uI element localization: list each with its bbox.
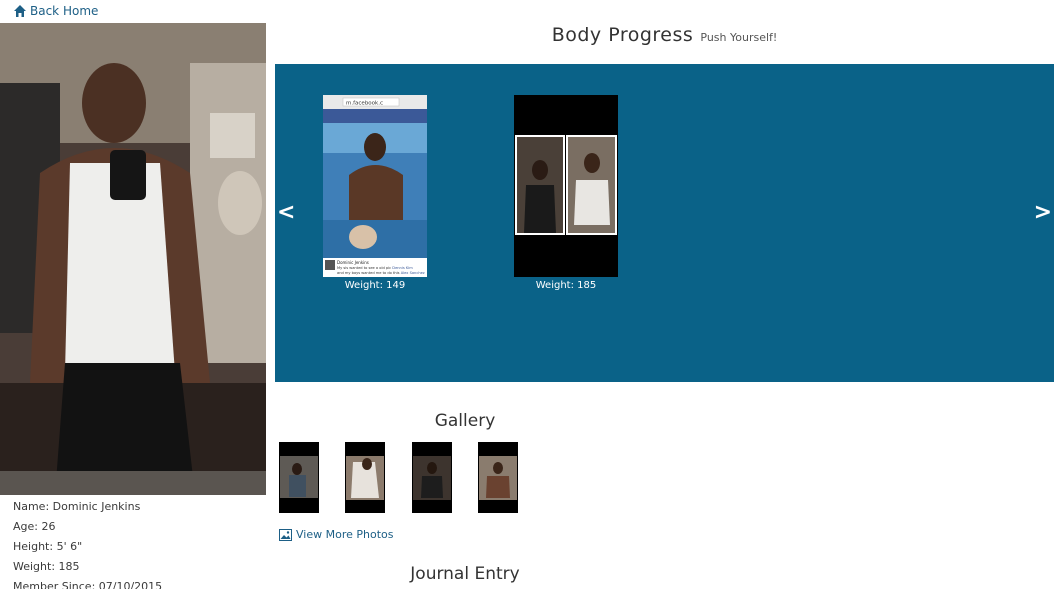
view-more-photos-link[interactable]: View More Photos (279, 528, 393, 541)
slide-post-link-2: Alex Sanchez (401, 271, 425, 275)
carousel-prev-button[interactable]: < (277, 202, 295, 224)
gallery-thumbnail[interactable] (478, 442, 518, 513)
profile-name: Name: Dominic Jenkins (13, 500, 141, 513)
slide-post-link: Dennis Kim (392, 266, 413, 270)
profile-photo (0, 23, 266, 495)
svg-text:and my boys wanted me to do th: and my boys wanted me to do this Alex Sa… (337, 271, 425, 275)
carousel-next-button[interactable]: > (1034, 202, 1052, 224)
profile-info: Name: Dominic Jenkins Age: 26 Height: 5'… (13, 497, 263, 589)
profile-age: Age: 26 (13, 520, 56, 533)
home-icon (14, 5, 26, 17)
image-icon (279, 528, 292, 541)
profile-member-since: Member Since: 07/10/2015 (13, 580, 163, 589)
slide-photo: m.facebook.c Dominic Jenkins My sis want… (323, 95, 427, 277)
page-title: Body Progress (551, 24, 694, 46)
page-subtitle: Push Yourself! (700, 31, 778, 44)
gallery-title: Gallery (434, 411, 496, 431)
slide-post-name: Dominic Jenkins (337, 260, 369, 265)
slide-post-text: My sis wanted to see a old pic (337, 266, 391, 270)
back-home-label: Back Home (30, 4, 99, 18)
progress-header: Body Progress Push Yourself! (275, 24, 1054, 46)
progress-carousel: < m.facebook.c Dominic Jenkins My sis wa… (275, 64, 1054, 382)
back-home-link[interactable]: Back Home (13, 4, 98, 18)
gallery-thumbnail[interactable] (279, 442, 319, 513)
slide-post-text-2: and my boys wanted me to do this (337, 271, 400, 275)
journal-title: Journal Entry (410, 564, 520, 584)
carousel-slide[interactable]: m.facebook.c Dominic Jenkins My sis want… (323, 95, 427, 291)
svg-text:My sis wanted to see a old pic: My sis wanted to see a old pic Dennis Ki… (337, 266, 413, 270)
gallery-thumbnail[interactable] (412, 442, 452, 513)
carousel-slide[interactable]: Weight: 185 (514, 95, 618, 291)
profile-height: Height: 5' 6" (13, 540, 83, 553)
slide-photo (514, 95, 618, 277)
profile-photo-image (0, 23, 266, 495)
profile-weight: Weight: 185 (13, 560, 80, 573)
slide-caption: Weight: 185 (535, 280, 597, 291)
slide-url-text: m.facebook.c (346, 101, 383, 107)
view-more-photos-label: View More Photos (296, 528, 394, 541)
gallery-thumbnail[interactable] (345, 442, 385, 513)
slide-caption: Weight: 149 (344, 280, 406, 291)
